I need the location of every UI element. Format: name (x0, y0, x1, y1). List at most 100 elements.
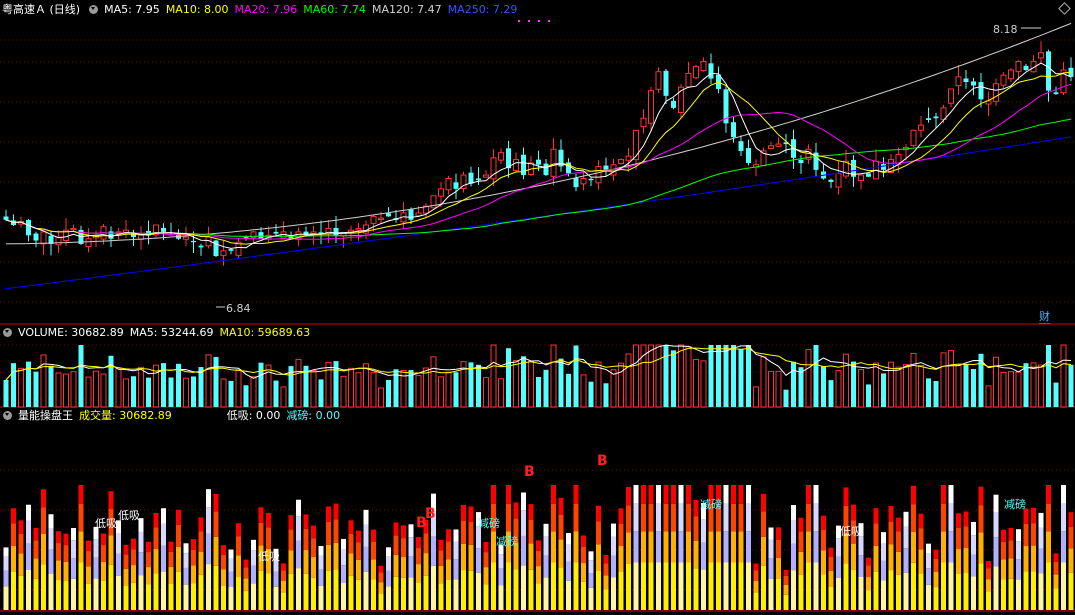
indicator-bar (146, 541, 151, 553)
volume-bar (685, 346, 692, 408)
candle-body (918, 124, 924, 131)
indicator-bar (596, 505, 601, 522)
indicator-settings-circle-icon[interactable] (3, 411, 12, 420)
indicator-bar (506, 485, 511, 504)
indicator-bar (551, 485, 556, 504)
indicator-bar (56, 560, 61, 581)
candle-body (655, 71, 662, 90)
indicator-bar (363, 524, 369, 547)
volume-bar (716, 345, 721, 407)
indicator-bar (813, 503, 819, 532)
indicator-bar (776, 527, 781, 540)
volume-bar (340, 375, 347, 408)
indicator-bar (206, 533, 211, 565)
indicator-bar (221, 554, 226, 570)
indicator-bar (1023, 571, 1029, 610)
indicator-bar (888, 570, 894, 610)
candle-body (70, 227, 77, 231)
volume-bar (138, 366, 144, 408)
candle-body (333, 227, 339, 236)
indicator-bar (1038, 548, 1044, 574)
indicator-bar (686, 485, 691, 504)
candle-body (580, 178, 587, 185)
stock-title: 粤高速Ａ (日线) (2, 3, 81, 16)
candle-body (1023, 65, 1029, 70)
indicator-bar (993, 511, 999, 538)
volume-bar (445, 371, 452, 408)
indicator-bar (1046, 503, 1051, 532)
volume-bar (348, 367, 354, 408)
volume-bar (663, 345, 669, 407)
volume-bar (610, 369, 617, 408)
indicator-bar (483, 584, 489, 610)
volume-label: VOLUME: 30682.89 (18, 326, 124, 339)
indicator-bar (168, 541, 174, 552)
indicator-bar (903, 548, 909, 573)
indicator-bar (273, 586, 279, 610)
indicator-bar (311, 556, 316, 578)
indicator-name: 量能操盘王 (18, 409, 73, 422)
indicator-bar (498, 554, 504, 569)
volume-bar (753, 386, 759, 408)
volume-bar (828, 380, 834, 407)
indicator-bar (296, 568, 301, 610)
indicator-bar (986, 579, 991, 592)
volume-bar (453, 372, 459, 407)
indicator-bar (798, 531, 804, 552)
indicator-bar (836, 577, 841, 610)
candle-body (955, 76, 962, 87)
candle-body (963, 78, 969, 83)
buy-signal-label: B (425, 506, 436, 522)
indicator-bar (401, 525, 406, 539)
candle-body (798, 159, 804, 163)
indicator-bar (221, 545, 226, 555)
indicator-bar (926, 553, 931, 569)
volume-bar (633, 344, 639, 408)
volume-settings-circle-icon[interactable] (3, 328, 12, 337)
indicator-bar (101, 580, 106, 610)
indicator-bar (41, 564, 46, 610)
indicator-bar (701, 542, 706, 570)
indicator-bar (363, 509, 369, 525)
indicator-bar (258, 570, 264, 610)
volume-bar (93, 370, 99, 408)
candle-body (543, 163, 549, 176)
indicator-bar (131, 538, 136, 550)
indicator-bar (678, 485, 684, 504)
volume-bar (415, 375, 422, 408)
indicator-bar (521, 565, 526, 610)
indicator-bar (408, 556, 414, 578)
indicator-bar (393, 554, 399, 577)
candle-body (468, 172, 474, 184)
indicator-bar (986, 561, 991, 569)
volume-bar (506, 348, 511, 407)
indicator-bar (993, 537, 999, 567)
volume-bar (33, 371, 39, 407)
signal-dot (528, 20, 530, 22)
indicator-bar (1023, 523, 1029, 547)
indicator-bar (723, 485, 729, 504)
indicator-bar (318, 585, 324, 610)
indicator-bar (1053, 588, 1059, 610)
indicator-bar (956, 573, 961, 610)
indicator-bar (798, 551, 804, 575)
volume-bar (183, 377, 189, 408)
indicator-bar (356, 530, 361, 543)
indicator-bar (356, 579, 361, 610)
volume-bar (438, 376, 444, 408)
volume-bar (671, 350, 676, 407)
indicator-bar (963, 526, 969, 548)
volume-bar (115, 367, 122, 408)
indicator-bar (146, 567, 151, 585)
candle-body (835, 172, 842, 188)
indicator-bar (626, 563, 631, 610)
volume-bar (926, 378, 931, 407)
indicator-bar (296, 499, 301, 517)
candle-body (1000, 74, 1007, 86)
indicator-bar (798, 517, 804, 532)
candle-body (506, 148, 511, 169)
candle-body (971, 81, 976, 86)
ma20-label: MA20: 7.96 (234, 3, 298, 16)
indicator-bar (266, 573, 271, 610)
settings-circle-icon[interactable] (89, 5, 99, 14)
